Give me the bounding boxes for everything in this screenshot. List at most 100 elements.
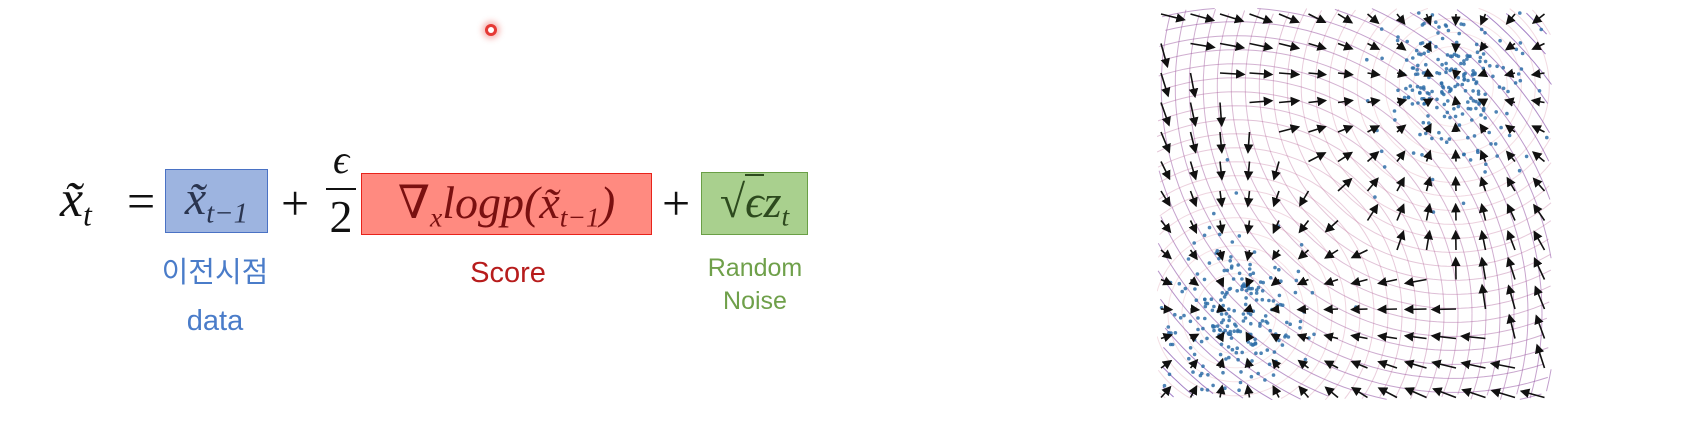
data-point [1203, 304, 1208, 309]
data-point [1479, 27, 1484, 32]
random-noise-label: Random Noise [685, 252, 825, 318]
score-arrow [1296, 304, 1309, 314]
data-point [1272, 350, 1277, 354]
data-point [1420, 153, 1424, 157]
contour-line [1174, 9, 1549, 365]
data-point [1234, 191, 1239, 195]
data-point [1249, 374, 1254, 379]
laser-pointer [485, 24, 497, 36]
data-point [1256, 371, 1260, 376]
score-arrow [1249, 41, 1274, 52]
data-point [1382, 165, 1387, 169]
data-point [1402, 95, 1407, 100]
data-point [1260, 289, 1265, 293]
score-arrow [1324, 219, 1339, 233]
data-point [1396, 88, 1400, 93]
data-point [1217, 232, 1222, 237]
data-point [1243, 316, 1248, 320]
fraction-bar [326, 188, 356, 190]
data-point [1207, 225, 1212, 230]
score-arrow [1160, 72, 1171, 98]
data-point [1460, 82, 1465, 87]
plus-sign-1: + [281, 175, 310, 231]
data-point [1241, 319, 1246, 323]
data-point [1463, 89, 1468, 93]
data-point [1235, 346, 1239, 351]
previous-data-label-line2: data [186, 305, 244, 337]
contour-line [1334, 8, 1552, 259]
data-point [1417, 52, 1421, 56]
data-point [1251, 309, 1256, 314]
data-point [1227, 307, 1231, 312]
data-point [1205, 301, 1210, 306]
data-point [1219, 320, 1224, 325]
data-point [1285, 320, 1289, 325]
data-point [1236, 357, 1240, 362]
data-point [1252, 342, 1256, 347]
data-point [1462, 59, 1466, 63]
data-point [1303, 357, 1308, 362]
data-point [1439, 81, 1444, 85]
data-point [1483, 59, 1488, 64]
data-point [1459, 22, 1463, 26]
score-arrow [1190, 13, 1216, 23]
score-arrow [1350, 386, 1368, 399]
data-point [1422, 21, 1426, 26]
data-point [1519, 67, 1524, 71]
score-arrow [1451, 122, 1461, 133]
data-point [1444, 67, 1449, 71]
data-point [1214, 251, 1218, 255]
data-point [1267, 362, 1272, 367]
data-point [1166, 325, 1171, 329]
score-arrow [1308, 13, 1327, 24]
data-point [1539, 27, 1543, 32]
data-point [1395, 38, 1400, 43]
data-point [1298, 319, 1303, 324]
data-point [1478, 59, 1482, 64]
data-point [1209, 297, 1214, 302]
score-arrow [1337, 41, 1354, 51]
score-arrow [1297, 249, 1310, 260]
data-point [1418, 90, 1422, 95]
score-arrow [1478, 256, 1488, 280]
data-point [1254, 351, 1258, 356]
data-point [1183, 286, 1188, 291]
score-arrow [1278, 69, 1301, 79]
data-point [1514, 47, 1519, 52]
data-point [1177, 281, 1182, 286]
data-point [1271, 373, 1276, 377]
data-point [1302, 310, 1306, 314]
data-point [1202, 277, 1207, 282]
data-point [1261, 280, 1265, 285]
score-arrow [1422, 123, 1432, 134]
data-point [1299, 243, 1304, 247]
data-point [1444, 140, 1449, 144]
data-point [1468, 107, 1473, 111]
score-arrow [1216, 220, 1226, 235]
data-point [1231, 277, 1236, 281]
data-point [1243, 302, 1248, 307]
lhs-term: x̃t [60, 171, 92, 233]
data-point [1498, 38, 1502, 43]
data-point [1173, 312, 1177, 317]
data-point [1217, 333, 1221, 337]
data-point [1205, 388, 1210, 392]
data-point [1414, 48, 1419, 53]
data-point [1442, 102, 1447, 107]
contour-line [1409, 313, 1431, 400]
data-point [1228, 259, 1232, 263]
data-point [1268, 328, 1272, 333]
previous-data-term: x̃t−1 [184, 172, 249, 230]
score-arrow [1423, 176, 1433, 192]
contour-line [1163, 347, 1214, 395]
data-point [1380, 56, 1384, 61]
data-point [1267, 298, 1271, 303]
score-arrow [1376, 304, 1398, 315]
data-point [1488, 64, 1492, 68]
data-point [1238, 380, 1243, 385]
data-point [1422, 51, 1426, 56]
contour-line [1546, 369, 1552, 392]
data-point [1280, 303, 1285, 308]
score-arrow [1477, 68, 1489, 78]
score-arrow [1298, 385, 1310, 399]
